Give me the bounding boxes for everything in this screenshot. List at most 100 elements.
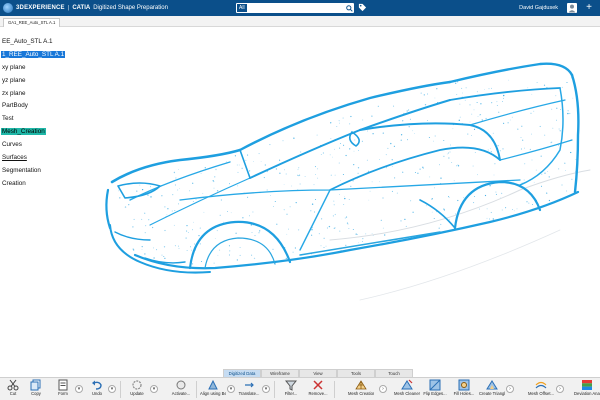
point-cloud-dot (340, 180, 341, 181)
tree-item-xy-plane[interactable]: xy plane (0, 62, 90, 75)
tree-item-surfaces[interactable]: Surfaces (0, 152, 90, 165)
point-cloud-dot (279, 159, 281, 161)
point-cloud-dot (311, 229, 313, 231)
toolbar-separator (274, 381, 275, 398)
point-cloud-dot (551, 141, 553, 143)
tab-tools[interactable]: Tools (337, 369, 375, 377)
point-cloud-dot (223, 221, 224, 223)
align-button[interactable]: Align using Be... (200, 379, 226, 400)
document-tab[interactable]: GA1_REE_Auto_STL A.1 (3, 18, 61, 27)
form-dropdown-button[interactable]: ▾ (75, 385, 83, 393)
mesh-creation-button[interactable]: Mesh Creation... (348, 379, 374, 400)
create-triangle-button[interactable]: Create Triangle... (479, 379, 505, 400)
point-cloud-dot (141, 249, 143, 250)
point-cloud-dot (394, 177, 396, 179)
point-cloud-dot (402, 171, 404, 173)
point-cloud-dot (314, 211, 316, 213)
update-dropdown-button[interactable]: ▾ (150, 385, 158, 393)
user-avatar-icon[interactable] (567, 3, 577, 13)
point-cloud-dot (459, 116, 461, 118)
point-cloud-dot (358, 242, 360, 244)
point-cloud-dot (297, 174, 298, 176)
point-cloud-dot (423, 94, 425, 96)
point-cloud-dot (487, 149, 489, 151)
search-input[interactable] (246, 4, 344, 12)
point-cloud-dot (467, 133, 469, 135)
point-cloud-dot (484, 194, 487, 197)
activate-button[interactable]: Activate... (168, 379, 194, 400)
create-triangle-dropdown-button[interactable]: › (506, 385, 514, 393)
point-cloud-dot (128, 204, 130, 206)
point-cloud-dot (355, 233, 357, 235)
mesh-cleaner-button[interactable]: Mesh Cleaner... (394, 379, 420, 400)
mesh-offset-dropdown-button[interactable]: › (556, 385, 564, 393)
filter-button[interactable]: Filter... (278, 379, 304, 400)
add-icon[interactable]: + (584, 3, 594, 13)
copy-button[interactable]: Copy (23, 379, 49, 400)
mesh-offset-button[interactable]: Mesh Offset... (528, 379, 554, 400)
point-cloud-dot (420, 92, 422, 94)
tree-item-curves[interactable]: Curves (0, 139, 90, 152)
point-cloud-dot (451, 162, 453, 164)
point-cloud-dot (433, 218, 435, 219)
scissors-icon (7, 379, 19, 391)
create-triangle-icon (486, 380, 498, 390)
point-cloud-dot (371, 181, 373, 183)
tab-wireframe[interactable]: Wireframe (261, 369, 299, 377)
flip-edges-button[interactable]: Flip Edges... (422, 379, 448, 400)
point-cloud-dot (320, 245, 322, 247)
point-cloud-dot (379, 181, 381, 183)
tree-item-root[interactable]: EE_Auto_STL A.1 (0, 36, 90, 49)
point-cloud-dot (494, 163, 496, 165)
mesh-creation-dropdown-button[interactable]: › (379, 385, 387, 393)
search-icon[interactable] (344, 3, 354, 13)
update-button[interactable]: Update (124, 379, 150, 400)
point-cloud-dot (235, 232, 237, 234)
point-cloud-dot (219, 214, 221, 216)
point-cloud-dot (429, 176, 431, 178)
fill-holes-button[interactable]: Fill Holes... (451, 379, 477, 400)
point-cloud-dot (264, 164, 266, 166)
point-cloud-dot (512, 208, 513, 210)
compass-icon[interactable] (3, 3, 13, 13)
tree-item-zx-plane[interactable]: zx plane (0, 88, 90, 101)
point-cloud-dot (438, 164, 441, 166)
translate-dropdown-button[interactable]: ▾ (262, 385, 270, 393)
point-cloud-dot (346, 222, 348, 224)
tree-item-mesh-creation[interactable]: Mesh_Creation (0, 126, 90, 139)
remove-button[interactable]: Remove... (305, 379, 331, 400)
undo-button[interactable]: Undo (84, 379, 110, 400)
search-scope-dropdown[interactable]: All (237, 4, 247, 12)
user-name[interactable]: David Gajdusek (519, 0, 558, 16)
point-cloud-dot (270, 195, 271, 196)
translate-button[interactable]: Translate... (236, 379, 262, 400)
point-cloud-dot (275, 168, 277, 170)
align-dropdown-button[interactable]: ▾ (227, 385, 235, 393)
tag-icon[interactable] (358, 3, 367, 12)
tree-item-yz-plane[interactable]: yz plane (0, 75, 90, 88)
point-cloud-dot (234, 155, 236, 157)
tab-digitized-data[interactable]: Digitized Data (223, 369, 261, 377)
point-cloud-dot (132, 226, 134, 228)
point-cloud-dot (212, 180, 214, 182)
mesh-offset-icon (535, 381, 547, 389)
fill-holes-icon (458, 379, 470, 391)
deviation-analysis-button[interactable]: Deviation Analysis... (574, 379, 600, 400)
3d-viewport[interactable] (90, 28, 600, 366)
point-cloud-dot (546, 192, 548, 194)
tab-touch[interactable]: Touch (375, 369, 413, 377)
undo-dropdown-button[interactable]: ▾ (108, 385, 116, 393)
point-cloud-dot (310, 210, 312, 212)
point-cloud-dot (124, 206, 127, 208)
point-cloud-dot (339, 230, 341, 232)
tree-item-creation[interactable]: Creation (0, 178, 90, 191)
tree-item-test[interactable]: Test (0, 113, 90, 126)
tree-item-segmentation[interactable]: Segmentation (0, 165, 90, 178)
tab-view[interactable]: View (299, 369, 337, 377)
point-cloud-dot (501, 209, 503, 211)
point-cloud-dot (194, 243, 196, 245)
tree-item-part[interactable]: 1_REE_Auto_STL A.1 (0, 49, 90, 62)
tree-item-partbody[interactable]: PartBody (0, 100, 90, 113)
form-button[interactable]: Form (50, 379, 76, 400)
point-cloud-dot (526, 201, 528, 203)
